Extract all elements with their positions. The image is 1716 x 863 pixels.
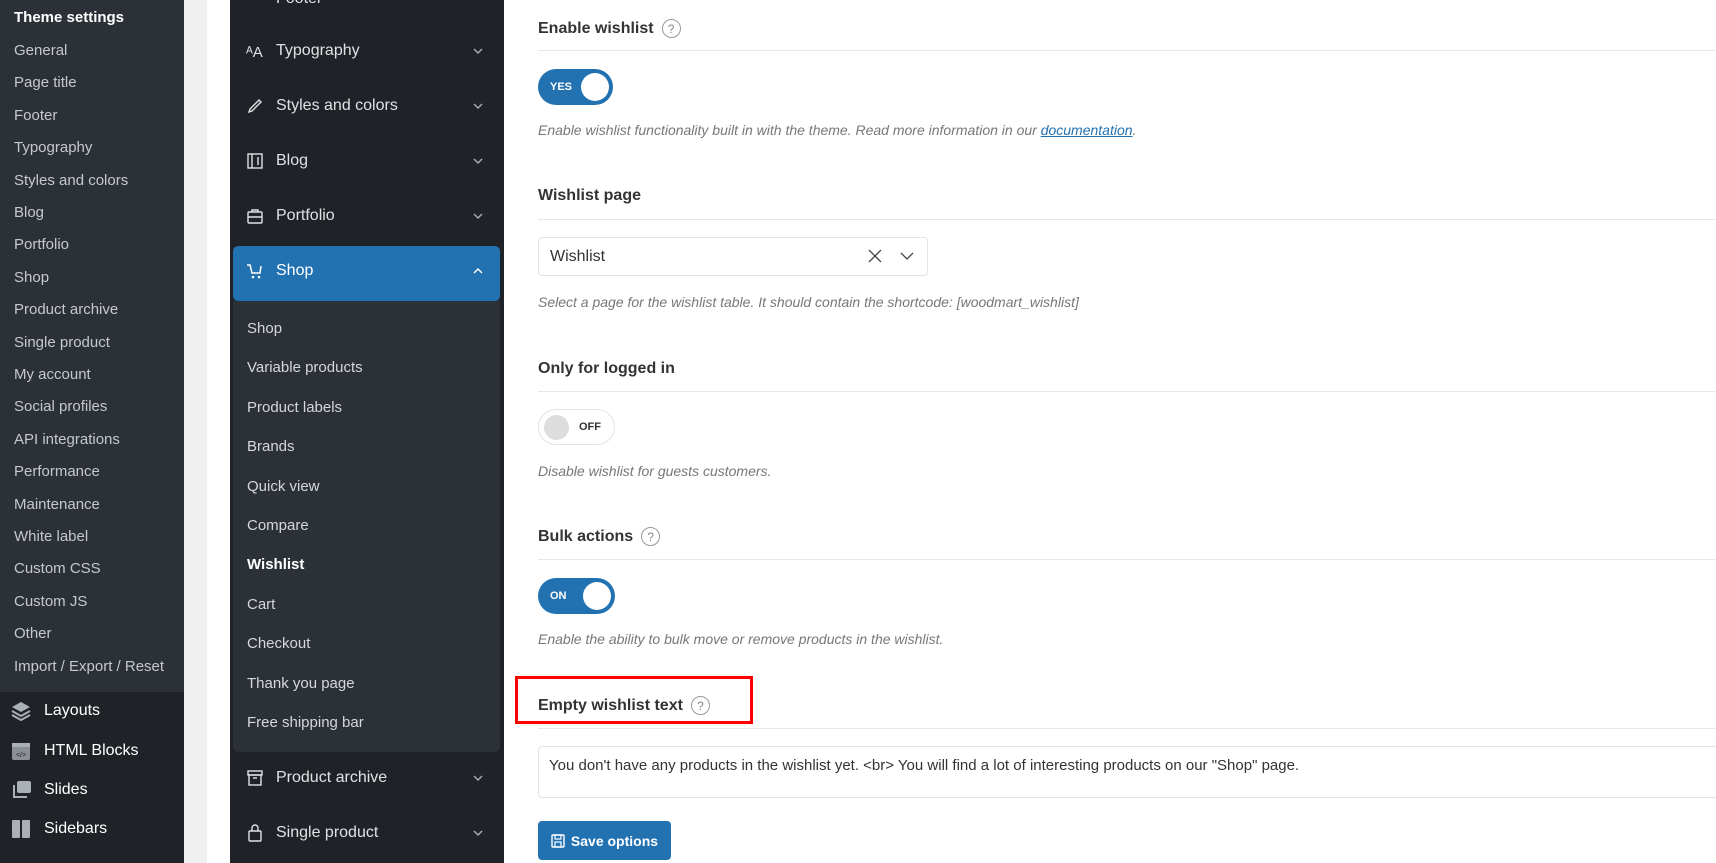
code-block-icon: </> <box>12 743 30 760</box>
sidebar-item[interactable]: Maintenance <box>14 496 100 513</box>
only-logged-in-label: Only for logged in <box>538 360 675 377</box>
sidebar-item[interactable]: Other <box>14 625 52 642</box>
chevron-down-icon <box>473 830 483 836</box>
sidebar-item[interactable]: Product archive <box>14 301 118 318</box>
nav-group-footer[interactable]: Footer <box>246 0 496 8</box>
sidebar-item[interactable]: Styles and colors <box>14 172 128 189</box>
sidebar-item[interactable]: Page title <box>14 74 77 91</box>
menu-layouts[interactable]: Layouts <box>10 700 100 722</box>
typography-icon: ᴬA <box>246 44 263 60</box>
sidebar-item[interactable]: Typography <box>14 139 92 156</box>
admin-sidebar: Theme settings General Page title Footer Ty… <box>0 0 184 863</box>
help-icon[interactable]: ? <box>690 696 710 715</box>
svg-text:</>: </> <box>16 752 26 759</box>
sidebar-item[interactable]: Performance <box>14 463 100 480</box>
nav-group[interactable]: Product archive <box>246 769 496 787</box>
sidebar-item[interactable]: Footer <box>14 107 57 124</box>
divider <box>538 728 1716 729</box>
sidebar-item[interactable]: Portfolio <box>14 236 69 253</box>
sidebar-item[interactable]: Single product <box>14 334 110 351</box>
svg-text:ᴬA: ᴬA <box>246 44 263 60</box>
submenu-item[interactable]: Shop <box>247 320 282 337</box>
archive-icon <box>247 770 263 786</box>
bag-icon <box>248 824 262 842</box>
submenu-item[interactable]: Wishlist <box>247 556 304 573</box>
bulk-actions-toggle[interactable]: ON <box>538 578 615 614</box>
settings-nav: Footer ᴬATypography Styles and colors Blog… <box>230 0 504 863</box>
sidebar-item[interactable]: Blog <box>14 204 44 221</box>
submenu-item[interactable]: Cart <box>247 596 275 613</box>
sidebar-item[interactable]: Import / Export / Reset <box>14 658 164 675</box>
wishlist-page-desc: Select a page for the wishlist table. It… <box>538 294 1079 310</box>
chevron-down-icon <box>473 775 483 781</box>
chevron-down-icon <box>473 48 483 54</box>
clear-icon[interactable] <box>867 248 883 264</box>
submenu-item[interactable]: Quick view <box>247 478 320 495</box>
help-icon[interactable]: ? <box>661 19 681 38</box>
submenu-item[interactable]: Brands <box>247 438 295 455</box>
chevron-down-icon <box>473 213 483 219</box>
chevron-down-icon <box>473 103 483 109</box>
documentation-link[interactable]: documentation <box>1041 122 1133 138</box>
sidebar-item[interactable]: API integrations <box>14 431 120 448</box>
enable-wishlist-toggle[interactable]: YES <box>538 69 613 105</box>
cart-icon <box>247 264 262 279</box>
chevron-down-icon <box>473 158 483 164</box>
empty-wishlist-label: Empty wishlist text? <box>538 696 710 715</box>
sidebar-item[interactable]: Shop <box>14 269 49 286</box>
bulk-actions-desc: Enable the ability to bulk move or remov… <box>538 631 944 647</box>
nav-group[interactable]: Styles and colors <box>246 97 496 115</box>
separator <box>184 0 207 863</box>
only-logged-in-desc: Disable wishlist for guests customers. <box>538 463 772 479</box>
admin-menu: Layouts </> HTML Blocks Slides Sidebars <box>0 692 184 863</box>
submenu-item[interactable]: Variable products <box>247 359 363 376</box>
enable-wishlist-label: Enable wishlist? <box>538 19 681 38</box>
briefcase-icon <box>247 209 263 224</box>
empty-wishlist-textarea[interactable]: You don't have any products in the wishl… <box>538 746 1716 798</box>
save-icon <box>551 833 565 848</box>
divider <box>538 391 1716 392</box>
sidebar-item[interactable]: My account <box>14 366 91 383</box>
save-options-button[interactable]: Save options <box>538 821 671 860</box>
sidebar-item[interactable]: General <box>14 42 67 59</box>
blog-icon <box>247 153 263 169</box>
submenu-item[interactable]: Free shipping bar <box>247 714 364 731</box>
submenu-item[interactable]: Thank you page <box>247 675 355 692</box>
menu-html-blocks[interactable]: </> HTML Blocks <box>10 740 139 762</box>
sidebar-icon <box>12 820 30 838</box>
chevron-down-icon[interactable] <box>899 250 915 262</box>
shop-submenu: Shop Variable products Product labels Brand… <box>233 301 500 752</box>
wishlist-page-select[interactable]: Wishlist <box>538 237 928 276</box>
bulk-actions-label: Bulk actions? <box>538 527 661 546</box>
help-icon[interactable]: ? <box>641 527 661 546</box>
menu-slides[interactable]: Slides <box>10 779 88 801</box>
sidebar-item[interactable]: Custom JS <box>14 593 87 610</box>
chevron-up-icon <box>473 268 483 274</box>
nav-group-shop-label[interactable]: Shop <box>246 262 496 280</box>
sidebar-title[interactable]: Theme settings <box>14 9 124 26</box>
sidebar-item[interactable]: White label <box>14 528 88 545</box>
submenu-item[interactable]: Checkout <box>247 635 310 652</box>
nav-group[interactable]: Single product <box>246 824 496 842</box>
settings-content: Enable wishlist? YES Enable wishlist fun… <box>504 0 1716 863</box>
brush-icon <box>247 99 262 114</box>
sidebar-item[interactable]: Custom CSS <box>14 560 101 577</box>
divider <box>538 219 1716 220</box>
sidebar-item[interactable]: Social profiles <box>14 398 107 415</box>
nav-group[interactable]: ᴬA Typography <box>246 42 496 60</box>
layers-icon <box>11 702 31 722</box>
nav-group[interactable]: Blog <box>246 152 496 170</box>
divider <box>538 559 1716 560</box>
enable-wishlist-desc: Enable wishlist functionality built in w… <box>538 122 1137 138</box>
divider <box>538 50 1716 51</box>
nav-group[interactable]: Portfolio <box>246 207 496 225</box>
only-logged-in-toggle[interactable]: OFF <box>538 409 615 445</box>
menu-sidebars[interactable]: Sidebars <box>10 818 107 840</box>
slides-icon <box>13 781 31 798</box>
submenu-item[interactable]: Product labels <box>247 399 342 416</box>
submenu-item[interactable]: Compare <box>247 517 309 534</box>
wishlist-page-label: Wishlist page <box>538 187 641 204</box>
